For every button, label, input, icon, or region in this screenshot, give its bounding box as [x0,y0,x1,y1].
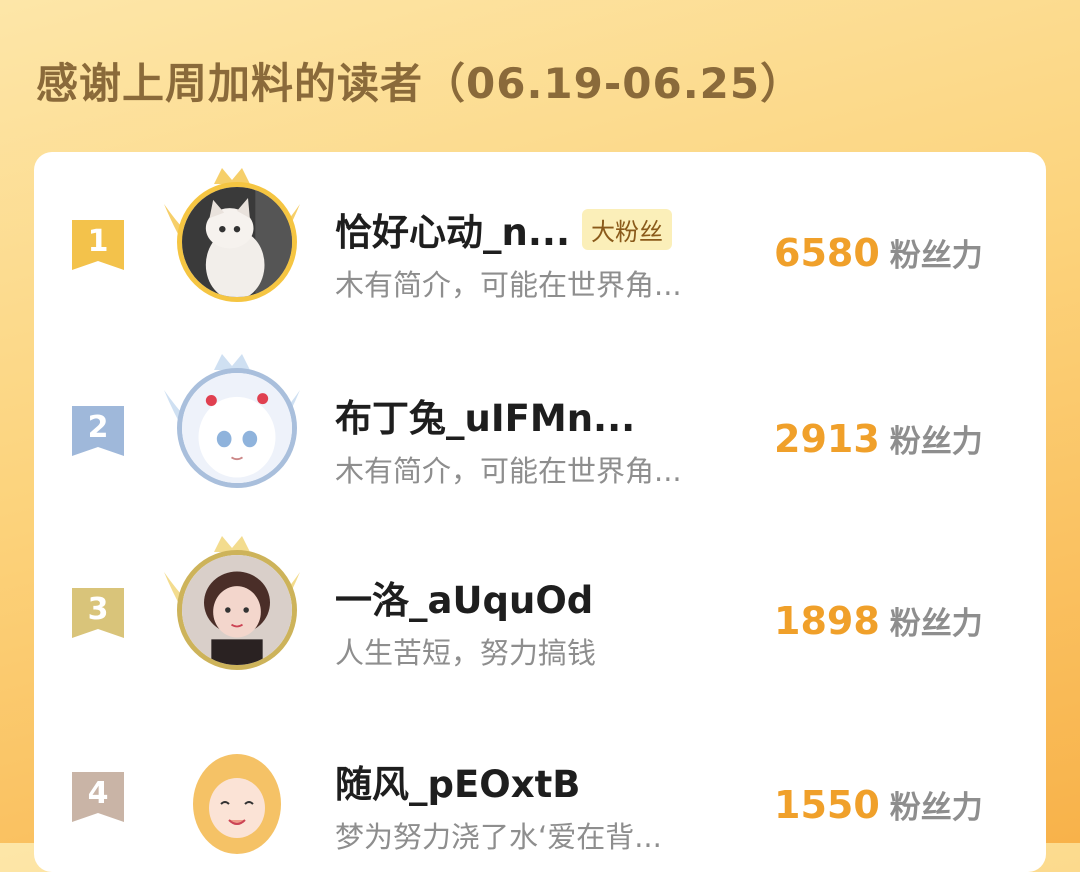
user-name[interactable]: 布丁兔_uIFMn... [335,388,635,442]
user-bio: 梦为努力浇了水‘爱在背... [335,820,662,854]
fan-power-score: 1550 粉丝力 [774,782,983,827]
score-unit: 粉丝力 [889,424,983,460]
user-bio: 木有简介，可能在世界角... [335,454,682,488]
rank-badge: 4 [72,772,124,822]
page-title: 感谢上周加料的读者（06.19-06.25） [36,59,804,108]
score-value: 1550 [774,783,880,827]
fan-power-score: 2913 粉丝力 [774,416,983,461]
reader-row-4[interactable]: 4 随风_pEOxtB 梦为努力浇了水‘爱在背... 1550 粉丝力 [34,714,1046,864]
score-unit: 粉丝力 [889,606,983,642]
rank-badge: 1 [72,220,124,270]
avatar[interactable] [177,368,297,488]
fan-power-score: 1898 粉丝力 [774,598,983,643]
avatar[interactable] [177,734,297,854]
user-name[interactable]: 一洛_aUquOd [335,570,593,624]
rank-badge: 2 [72,406,124,456]
score-value: 6580 [774,231,880,275]
user-bio: 人生苦短，努力搞钱 [335,636,597,670]
avatar[interactable] [177,550,297,670]
user-name[interactable]: 随风_pEOxtB [335,754,580,808]
avatar-frame [144,714,320,864]
avatar-frame [144,530,320,680]
rank-badge: 3 [72,588,124,638]
reader-row-1[interactable]: 1 恰好心动_n... 大粉丝 木有简介，可能在世界角... 6580 粉丝力 [34,162,1046,312]
fan-level-badge: 大粉丝 [582,208,673,250]
fan-power-score: 6580 粉丝力 [774,230,983,275]
score-value: 1898 [774,599,880,643]
reader-row-2[interactable]: 2 布丁兔_uIFMn... 木有简介，可能在世界角... 2913 粉丝力 [34,348,1046,498]
score-value: 2913 [774,417,880,461]
reader-row-3[interactable]: 3 一洛_aUquOd 人生苦短，努力搞钱 1898 粉丝力 [34,530,1046,680]
reader-ranking-card: 1 恰好心动_n... 大粉丝 木有简介，可能在世界角... 6580 粉丝力 … [34,152,1046,872]
avatar-frame [144,162,320,312]
user-name[interactable]: 恰好心动_n... [335,202,570,256]
avatar[interactable] [177,182,297,302]
avatar-frame [144,348,320,498]
score-unit: 粉丝力 [889,238,983,274]
score-unit: 粉丝力 [889,790,983,826]
user-bio: 木有简介，可能在世界角... [335,268,682,302]
